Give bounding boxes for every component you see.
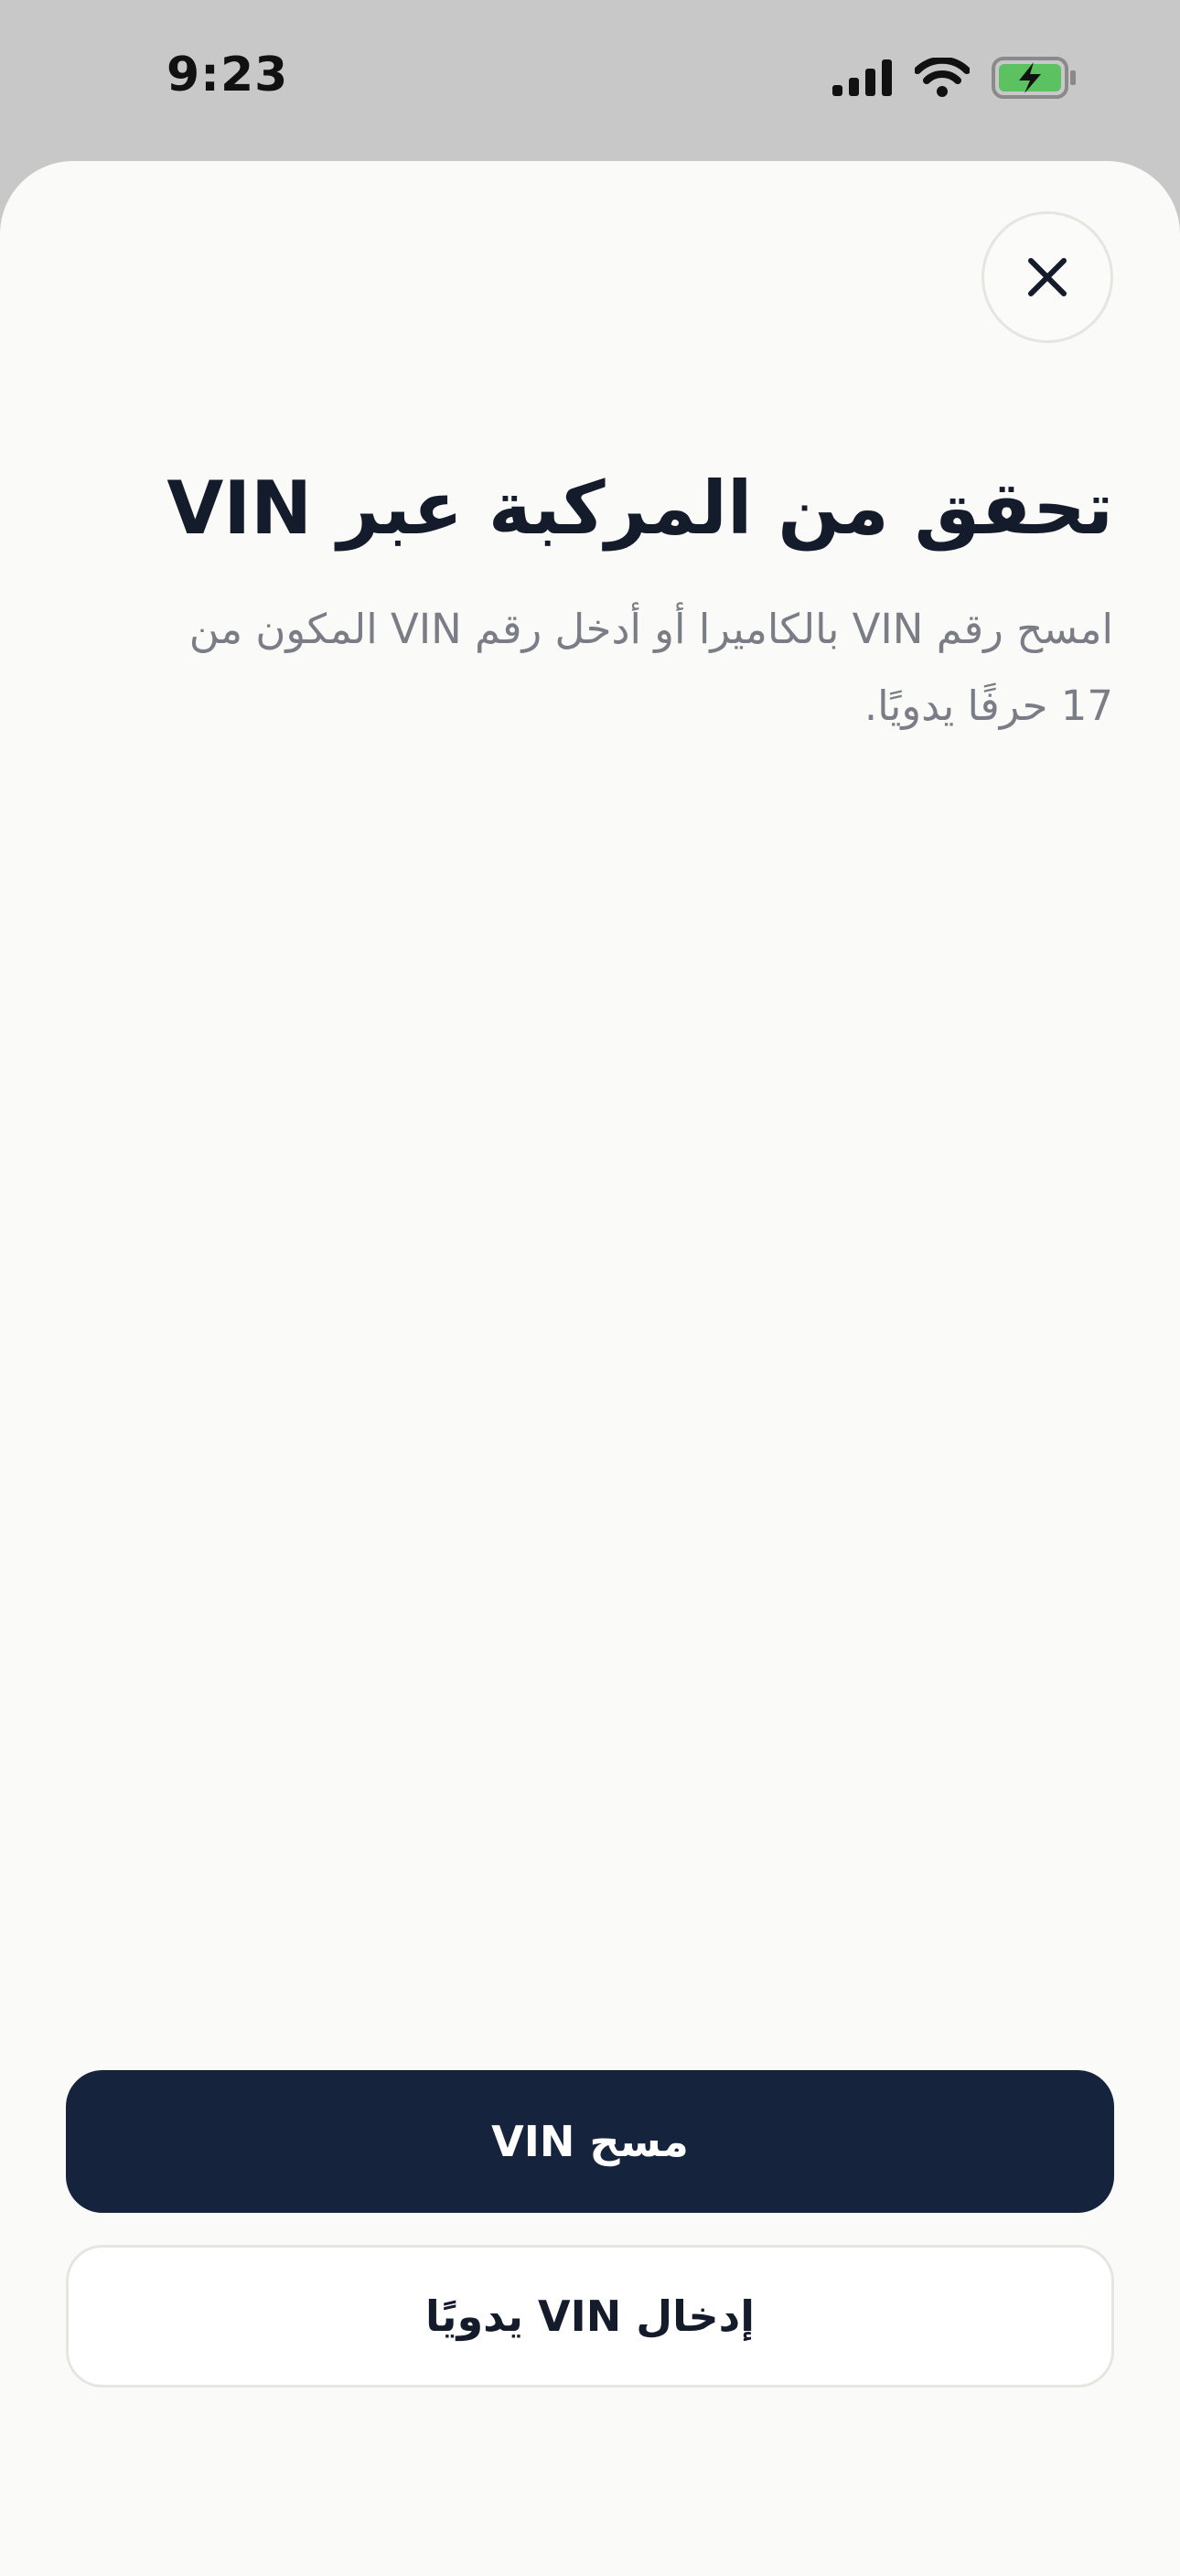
enter-vin-manually-button[interactable]: إدخال VIN يدويًا: [66, 2245, 1114, 2388]
wifi-icon: [915, 58, 970, 97]
enter-vin-manually-label: إدخال VIN يدويًا: [425, 2292, 755, 2341]
close-button[interactable]: [982, 211, 1113, 343]
status-bar: 9:23: [0, 0, 1180, 161]
page-subtitle: امسح رقم VIN بالكاميرا أو أدخل رقم VIN ا…: [188, 605, 1113, 730]
scan-vin-button[interactable]: مسح VIN: [66, 2070, 1114, 2213]
battery-charging-icon: [992, 57, 1076, 99]
close-icon: [1028, 258, 1067, 296]
page-title: تحقق من المركبة عبر VIN: [166, 466, 1113, 551]
scan-vin-label: مسح VIN: [491, 2117, 689, 2166]
bottom-sheet: تحقق من المركبة عبر VIN امسح رقم VIN بال…: [0, 161, 1180, 2576]
status-icons: [832, 53, 1078, 102]
signal-icon: [832, 59, 892, 96]
status-time: 9:23: [166, 48, 289, 102]
